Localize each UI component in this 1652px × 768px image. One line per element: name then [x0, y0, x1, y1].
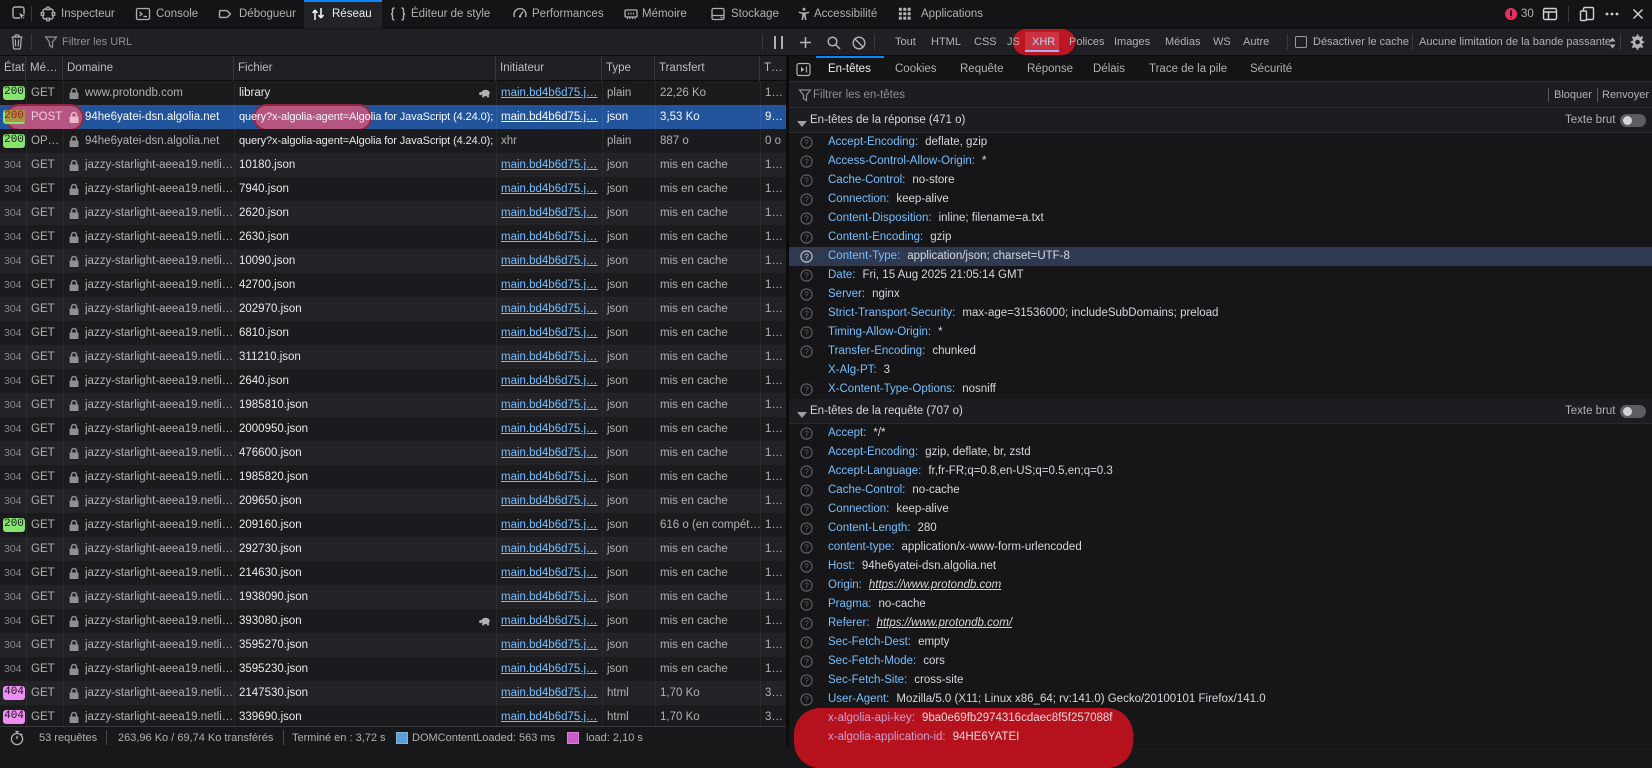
svg-text:?: ? [804, 251, 809, 261]
svg-text:?: ? [804, 523, 809, 533]
svg-text:?: ? [804, 137, 809, 147]
svg-text:?: ? [804, 289, 809, 299]
svg-text:?: ? [804, 656, 809, 666]
svg-text:?: ? [804, 561, 809, 571]
svg-text:?: ? [804, 194, 809, 204]
svg-text:?: ? [804, 428, 809, 438]
svg-text:?: ? [804, 213, 809, 223]
svg-text:?: ? [804, 447, 809, 457]
svg-text:?: ? [804, 232, 809, 242]
svg-text:?: ? [804, 694, 809, 704]
svg-text:?: ? [804, 504, 809, 514]
svg-text:?: ? [804, 485, 809, 495]
svg-text:?: ? [804, 618, 809, 628]
svg-text:?: ? [804, 542, 809, 552]
svg-text:?: ? [804, 466, 809, 476]
svg-text:?: ? [804, 599, 809, 609]
svg-text:?: ? [804, 346, 809, 356]
svg-text:?: ? [804, 637, 809, 647]
svg-text:?: ? [804, 175, 809, 185]
svg-text:?: ? [804, 327, 809, 337]
svg-text:?: ? [804, 156, 809, 166]
svg-text:?: ? [804, 384, 809, 394]
svg-text:?: ? [804, 580, 809, 590]
svg-text:?: ? [804, 308, 809, 318]
svg-text:?: ? [804, 270, 809, 280]
svg-text:?: ? [804, 675, 809, 685]
